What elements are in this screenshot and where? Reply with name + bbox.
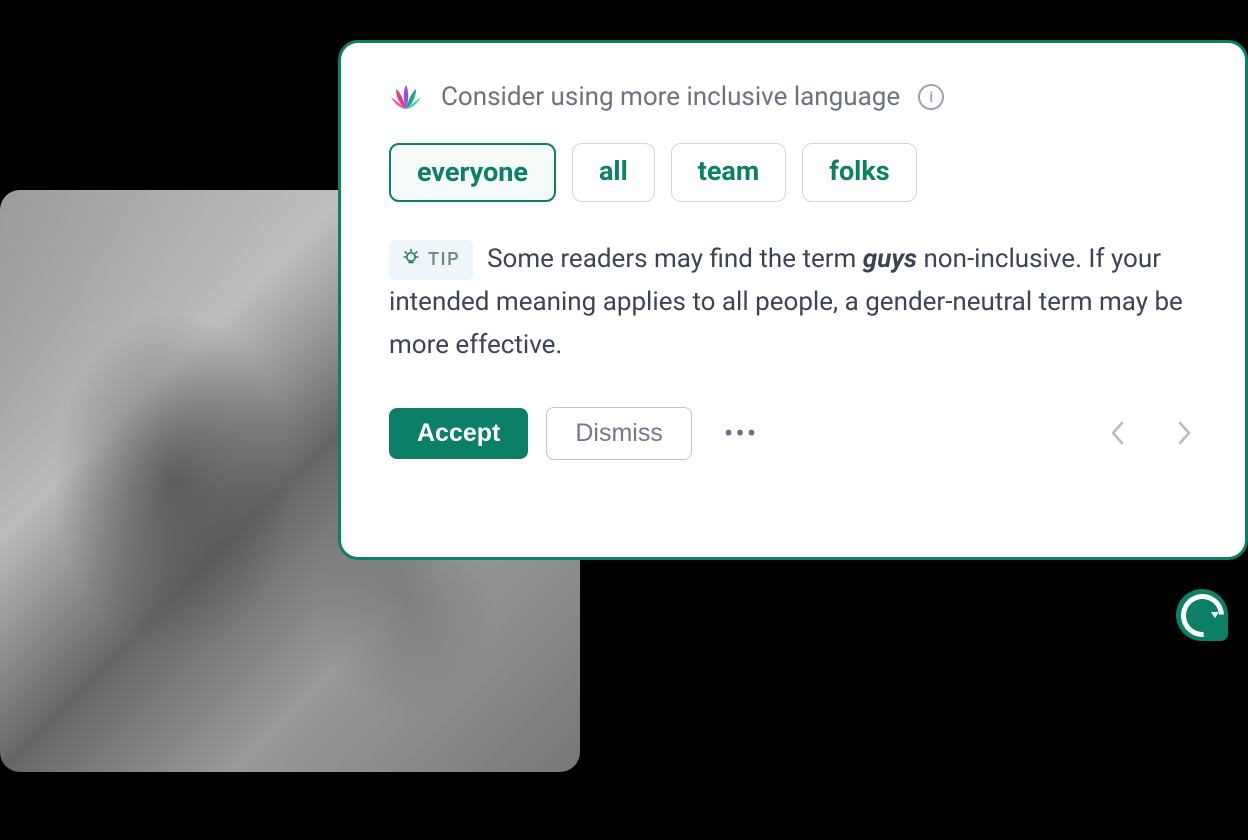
card-header: Consider using more inclusive language i bbox=[389, 81, 1197, 113]
accept-button[interactable]: Accept bbox=[389, 408, 528, 459]
info-icon[interactable]: i bbox=[918, 84, 944, 110]
prev-arrow-icon[interactable] bbox=[1105, 415, 1131, 451]
suggestion-pills: everyone all team folks bbox=[389, 143, 1197, 202]
tip-badge-label: TIP bbox=[428, 245, 460, 275]
dismiss-button[interactable]: Dismiss bbox=[546, 407, 692, 460]
suggestion-pill-all[interactable]: all bbox=[572, 143, 655, 202]
grammarly-badge-icon[interactable] bbox=[1176, 589, 1228, 641]
tip-text: TIP Some readers may find the term guys … bbox=[389, 238, 1197, 367]
suggestion-pill-folks[interactable]: folks bbox=[802, 143, 916, 202]
suggestion-pill-team[interactable]: team bbox=[671, 143, 787, 202]
more-icon[interactable]: ••• bbox=[710, 417, 772, 450]
lotus-icon bbox=[389, 81, 423, 113]
suggestion-pill-everyone[interactable]: everyone bbox=[389, 143, 556, 202]
tip-badge: TIP bbox=[389, 240, 473, 280]
tip-text-before: Some readers may find the term bbox=[487, 244, 863, 274]
card-title: Consider using more inclusive language bbox=[441, 82, 900, 112]
next-arrow-icon[interactable] bbox=[1171, 415, 1197, 451]
suggestion-card: Consider using more inclusive language i… bbox=[338, 40, 1248, 560]
lightbulb-icon bbox=[402, 245, 420, 275]
action-row: Accept Dismiss ••• bbox=[389, 407, 1197, 460]
nav-arrows bbox=[1105, 415, 1197, 451]
tip-term: guys bbox=[863, 244, 917, 274]
